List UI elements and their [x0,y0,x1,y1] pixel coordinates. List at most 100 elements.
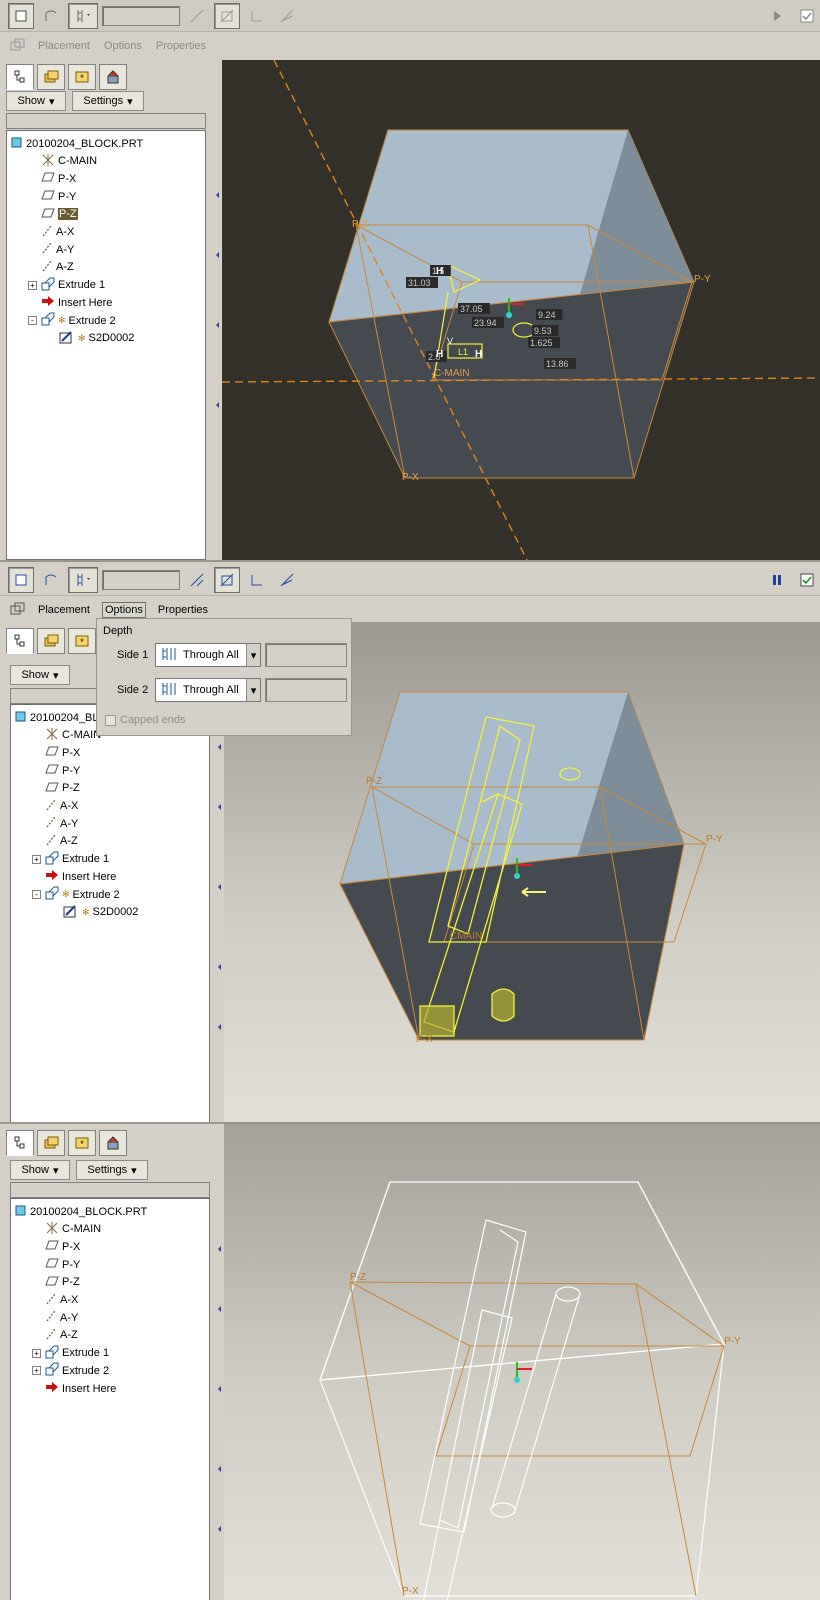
favorites-icon[interactable]: * [68,1130,96,1156]
placement-tab-icon [10,602,26,619]
tree-node-label: 20100204_BLOCK.PRT [30,1205,148,1218]
favorites-icon[interactable]: * [68,628,96,654]
solid-icon[interactable] [8,2,34,29]
connections-icon[interactable] [99,64,127,90]
surface-icon[interactable] [38,567,64,593]
sketch-constraint-v: V [447,336,453,346]
datum-axis-node[interactable]: A-Y [45,815,78,832]
feature-extrude-1[interactable]: Extrude 1 [45,851,109,868]
pause-icon[interactable] [764,567,790,593]
datum-plane-node[interactable]: P-Z [45,780,80,797]
datum-plane-node[interactable]: P-X [45,744,80,761]
datum-axis-node[interactable]: A-Z [45,1327,78,1344]
folder-browser-icon[interactable] [37,628,65,654]
settings-dropdown[interactable]: Settings ▾ [76,1160,148,1180]
datum-axis-node[interactable]: A-X [45,1292,78,1309]
side1-depth-field[interactable] [265,643,347,667]
datum-axis-node[interactable]: A-X [41,224,74,241]
sketch-node[interactable]: ✻ S2D0002 [59,330,134,347]
settings-dropdown[interactable]: Settings ▾ [72,91,144,111]
dropdown-arrow-icon[interactable]: ▾ [246,679,260,701]
feature-extrude-2[interactable]: Extrude 2 [45,1362,109,1379]
datum-plane-node[interactable]: P-Y [45,1256,80,1273]
thicken-icon[interactable] [244,567,270,593]
csys-node[interactable]: C-MAIN [45,727,101,744]
feature-extrude-1[interactable]: Extrude 1 [41,277,105,294]
flip-thicken-icon[interactable] [274,3,300,29]
modified-star-icon: ✻ [82,906,90,917]
part-root[interactable]: 20100204_BLOCK.PRT [11,135,143,152]
tab-options[interactable]: Options [101,602,146,618]
tab-options[interactable]: Options [102,39,144,53]
flip-thicken-icon[interactable] [274,567,300,593]
play-icon[interactable] [764,3,790,29]
datum-axis-node[interactable]: A-Z [41,259,74,276]
datum-plane-node[interactable]: P-Y [41,188,76,205]
tree-expander-icon[interactable]: + [32,854,41,864]
tree-expander-icon[interactable]: - [28,316,37,325]
insert-here-marker[interactable]: Insert Here [45,868,116,885]
graphics-viewport[interactable]: 31.03 37.05 23.94 9.24 9.53 1.625 13.86 1.5 2.0 … [222,60,820,560]
flip-direction-icon[interactable] [184,3,210,29]
sketch-node[interactable]: ✻ S2D0002 [63,904,138,921]
datum-axis-node[interactable]: A-Y [45,1309,78,1326]
datum-plane-node[interactable]: P-Z [41,206,78,223]
solid-icon[interactable] [8,566,34,593]
insert-here-marker[interactable]: Insert Here [45,1380,116,1397]
datum-axis-node[interactable]: A-Z [45,833,78,850]
tree-expander-icon[interactable]: + [32,1348,41,1358]
datum-axis-node[interactable]: A-X [45,798,78,815]
datum-plane-node[interactable]: P-X [45,1238,80,1255]
datum-plane-node[interactable]: P-Z [45,1274,80,1291]
insert-here-marker[interactable]: Insert Here [41,294,112,311]
tree-expander-icon[interactable]: - [32,890,41,899]
datum-axis-node[interactable]: A-Y [41,241,74,258]
tab-placement[interactable]: Placement [36,603,92,617]
favorites-icon[interactable]: * [68,64,96,90]
tab-properties[interactable]: Properties [154,39,208,53]
folder-browser-icon[interactable] [37,1130,65,1156]
tab-placement[interactable]: Placement [36,39,92,53]
model-tree-icon[interactable] [6,628,34,654]
depth-value-field[interactable] [102,5,180,26]
tab-properties[interactable]: Properties [156,603,210,617]
show-dropdown[interactable]: Show ▾ [6,91,66,111]
csys-node[interactable]: C-MAIN [45,1221,101,1238]
arrow-icon [41,295,55,310]
depth-option-icon[interactable] [68,566,98,593]
depth-value-field[interactable] [102,569,180,590]
part-root[interactable]: 20100204_BLOCK.PRT [15,1203,147,1220]
dropdown-arrow-icon[interactable]: ▾ [246,644,260,666]
model-tree-icon[interactable] [6,1130,34,1156]
tree-expander-icon[interactable]: + [28,280,37,290]
remove-material-icon[interactable] [214,2,240,29]
capped-ends-checkbox[interactable] [105,714,116,726]
show-dropdown[interactable]: Show ▾ [10,665,70,685]
folder-browser-icon[interactable] [37,64,65,90]
part-root[interactable]: 20100204_BL [15,709,99,726]
remove-material-icon[interactable] [214,566,240,593]
panel-splitter[interactable] [212,60,222,560]
side2-depth-select[interactable]: Through All ▾ [155,678,261,702]
thicken-icon[interactable] [244,3,270,29]
feature-extrude-2[interactable]: ✻ Extrude 2 [45,886,120,903]
surface-icon[interactable] [38,3,64,29]
panel-splitter[interactable] [214,1124,224,1600]
datum-plane-node[interactable]: P-X [41,170,76,187]
accept-checkbox-icon[interactable] [794,567,820,593]
depth-option-icon[interactable] [68,2,98,29]
datum-plane-node[interactable]: P-Y [45,762,80,779]
plane-icon [45,1275,59,1290]
csys-node[interactable]: C-MAIN [41,153,97,170]
feature-extrude-2[interactable]: ✻ Extrude 2 [41,312,116,329]
graphics-viewport[interactable]: P-Z P-Y P-X [224,1124,820,1600]
side2-depth-field[interactable] [265,678,347,702]
side1-depth-select[interactable]: Through All ▾ [155,643,261,667]
show-dropdown[interactable]: Show ▾ [10,1160,70,1180]
connections-icon[interactable] [99,1130,127,1156]
model-tree-icon[interactable] [6,64,34,90]
flip-direction-icon[interactable] [184,567,210,593]
tree-expander-icon[interactable]: + [32,1366,41,1376]
accept-checkbox-icon[interactable] [794,3,820,29]
feature-extrude-1[interactable]: Extrude 1 [45,1345,109,1362]
